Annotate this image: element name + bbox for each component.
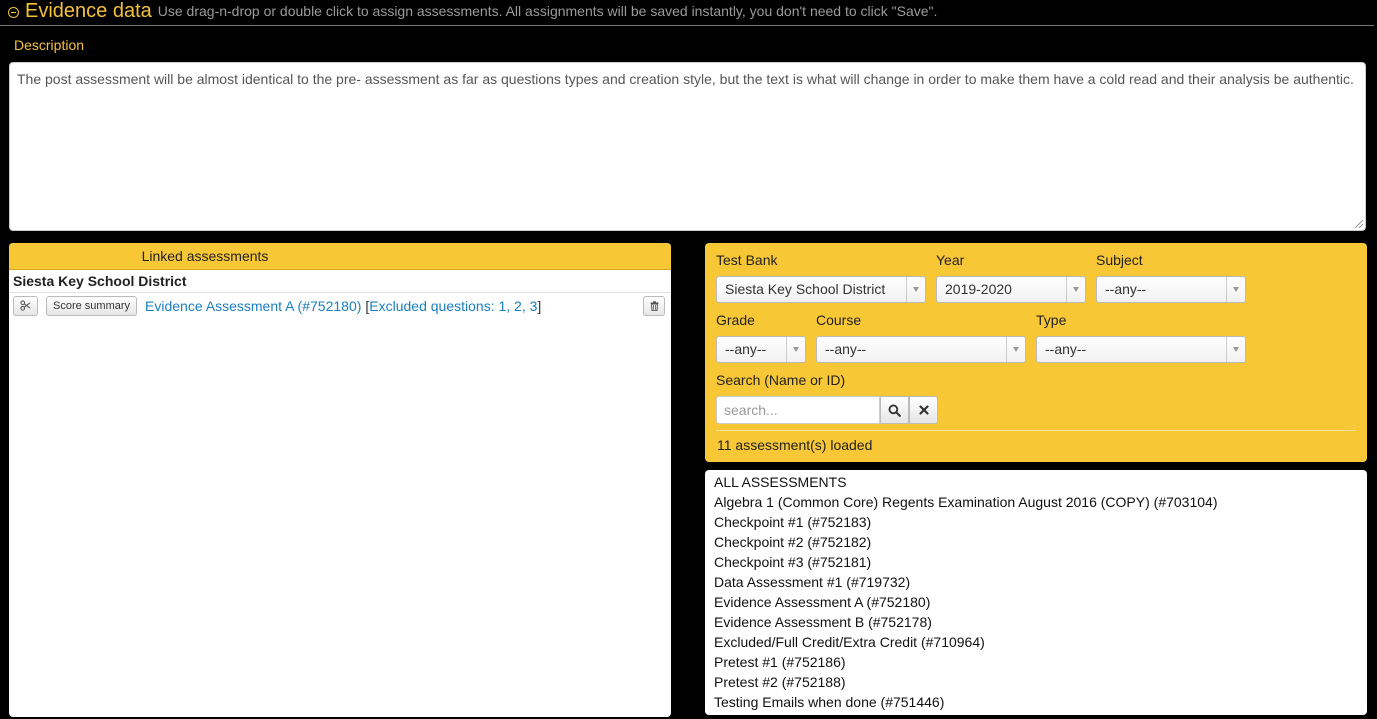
filter-panel: Test Bank Year Subject Siesta Key School… xyxy=(705,243,1367,462)
trash-icon xyxy=(650,301,658,311)
chevron-down-icon xyxy=(906,277,925,302)
chevron-down-icon xyxy=(786,337,805,362)
type-select[interactable]: --any-- xyxy=(1036,336,1246,363)
district-name: Siesta Key School District xyxy=(9,270,671,293)
subject-value: --any-- xyxy=(1105,281,1147,297)
resize-handle-icon[interactable] xyxy=(1355,220,1363,228)
list-item[interactable]: Checkpoint #2 (#752182) xyxy=(705,532,1367,552)
search-icon xyxy=(888,404,901,417)
description-label: Description xyxy=(14,37,85,53)
course-select[interactable]: --any-- xyxy=(816,336,1026,363)
clear-search-button[interactable] xyxy=(909,396,938,424)
list-item[interactable]: Checkpoint #3 (#752181) xyxy=(705,552,1367,572)
list-item[interactable]: Evidence Assessment B (#752178) xyxy=(705,612,1367,632)
search-input[interactable] xyxy=(716,396,880,424)
description-text: The post assessment will be almost ident… xyxy=(17,71,1354,87)
linked-assessment-row[interactable]: Score summary Evidence Assessment A (#75… xyxy=(9,293,671,318)
list-item[interactable]: Pretest #2 (#752188) xyxy=(705,672,1367,692)
test-bank-select[interactable]: Siesta Key School District xyxy=(716,276,926,303)
search-label: Search (Name or ID) xyxy=(716,372,846,388)
course-value: --any-- xyxy=(825,341,867,357)
bracket-close: ] xyxy=(537,297,542,314)
unlink-button[interactable] xyxy=(13,295,38,316)
linked-assessments-panel: Linked assessments Siesta Key School Dis… xyxy=(9,243,671,717)
type-label: Type xyxy=(1036,312,1067,328)
list-item[interactable]: Data Assessment #1 (#719732) xyxy=(705,572,1367,592)
list-item[interactable]: Algebra 1 (Common Core) Regents Examinat… xyxy=(705,492,1367,512)
chevron-down-icon xyxy=(1006,337,1025,362)
year-label: Year xyxy=(936,252,965,268)
subject-select[interactable]: --any-- xyxy=(1096,276,1246,303)
linked-assessment-link[interactable]: Evidence Assessment A (#752180) xyxy=(145,298,361,314)
year-value: 2019-2020 xyxy=(945,281,1012,297)
description-textarea[interactable]: The post assessment will be almost ident… xyxy=(9,62,1366,231)
score-summary-button[interactable]: Score summary xyxy=(46,295,138,316)
section-subtitle: Use drag-n-drop or double click to assig… xyxy=(157,3,938,19)
course-label: Course xyxy=(816,312,862,328)
excluded-questions-link[interactable]: Excluded questions: 1, 2, 3 xyxy=(369,298,537,314)
linked-assessments-header: Linked assessments xyxy=(9,243,671,270)
list-item[interactable]: Excluded/Full Credit/Extra Credit (#7109… xyxy=(705,632,1367,652)
test-bank-value: Siesta Key School District xyxy=(725,281,886,297)
list-item[interactable]: ALL ASSESSMENTS xyxy=(705,472,1367,492)
chevron-down-icon xyxy=(1226,337,1245,362)
test-bank-label: Test Bank xyxy=(716,252,778,268)
year-select[interactable]: 2019-2020 xyxy=(936,276,1086,303)
grade-label: Grade xyxy=(716,312,755,328)
collapse-icon[interactable] xyxy=(8,7,19,18)
section-title: Evidence data xyxy=(25,0,152,22)
loaded-count: 11 assessment(s) loaded xyxy=(717,437,873,453)
search-button[interactable] xyxy=(880,396,909,424)
assessment-list: ALL ASSESSMENTS Algebra 1 (Common Core) … xyxy=(705,470,1367,715)
type-value: --any-- xyxy=(1045,341,1087,357)
list-item[interactable]: Evidence Assessment A (#752180) xyxy=(705,592,1367,612)
subject-label: Subject xyxy=(1096,252,1143,268)
section-header: Evidence data Use drag-n-drop or double … xyxy=(0,0,1374,26)
delete-button[interactable] xyxy=(643,296,665,316)
close-icon xyxy=(918,405,929,415)
chevron-down-icon xyxy=(1066,277,1085,302)
chevron-down-icon xyxy=(1226,277,1245,302)
scissors-icon xyxy=(20,300,31,311)
list-item[interactable]: Pretest #1 (#752186) xyxy=(705,652,1367,672)
grade-select[interactable]: --any-- xyxy=(716,336,806,363)
divider xyxy=(716,430,1356,431)
grade-value: --any-- xyxy=(725,341,767,357)
list-item[interactable]: Checkpoint #1 (#752183) xyxy=(705,512,1367,532)
list-item[interactable]: Testing Emails when done (#751446) xyxy=(705,692,1367,712)
